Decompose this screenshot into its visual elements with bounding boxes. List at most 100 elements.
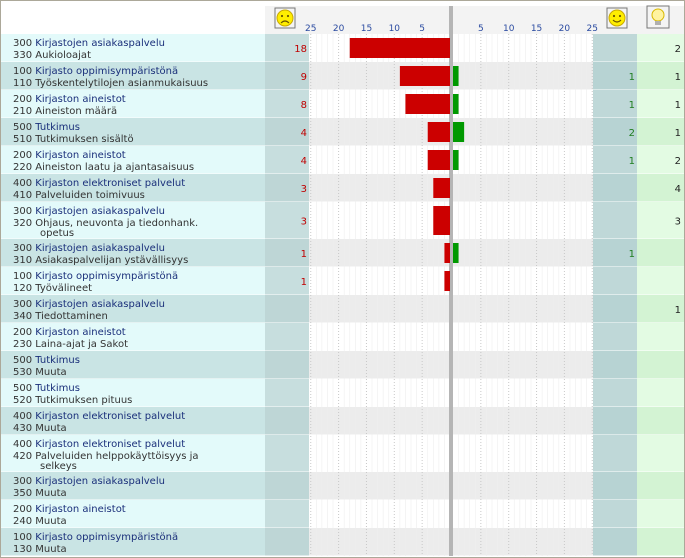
- category-name: Kirjasto oppimisympäristönä: [35, 532, 178, 543]
- category-label: 200 Kirjaston aineistot: [13, 504, 126, 515]
- neg-count-bg: [265, 295, 309, 323]
- category-code: 300: [13, 476, 35, 487]
- idea-count-bg: [637, 528, 684, 556]
- subcategory-label-cont: selkeys: [40, 461, 77, 472]
- subcategory-name: Tutkimuksen sisältö: [34, 134, 133, 145]
- pos-plot-bg: [453, 472, 593, 500]
- subcategory-label: 330 Aukioloajat: [13, 50, 91, 61]
- category-label: 200 Kirjaston aineistot: [13, 327, 126, 338]
- category-code: 200: [13, 504, 35, 515]
- pos-count-bg: [593, 435, 637, 472]
- negative-count: 4: [301, 156, 307, 167]
- subcategory-name: Aineiston määrä: [35, 106, 117, 117]
- negative-count: 3: [301, 217, 307, 228]
- category-label: 100 Kirjasto oppimisympäristönä: [13, 532, 178, 543]
- subcategory-name: Palveluiden toimivuus: [35, 190, 145, 201]
- neg-tick-label: 15: [361, 24, 372, 34]
- subcategory-code: 430: [13, 423, 35, 434]
- category-label: 400 Kirjaston elektroniset palvelut: [13, 411, 185, 422]
- subcategory-code: 210: [13, 106, 35, 117]
- category-code: 300: [13, 243, 35, 254]
- idea-count-bg: [637, 379, 684, 407]
- category-label: 300 Kirjastojen asiakaspalvelu: [13, 38, 165, 49]
- subcategory-label: 340 Tiedottaminen: [13, 311, 108, 322]
- idea-count: 1: [675, 128, 681, 139]
- pos-tick-label: 20: [559, 24, 571, 34]
- category-name: Kirjaston aineistot: [35, 150, 126, 161]
- neg-count-bg: [265, 351, 309, 379]
- neg-count-bg: [265, 379, 309, 407]
- category-name: Kirjasto oppimisympäristönä: [35, 66, 178, 77]
- neg-count-bg: [265, 528, 309, 556]
- pos-count-bg: [593, 407, 637, 435]
- category-label: 300 Kirjastojen asiakaspalvelu: [13, 206, 165, 217]
- subcategory-name: Aukioloajat: [35, 50, 91, 61]
- pos-count-bg: [593, 500, 637, 528]
- pos-plot-bg: [453, 34, 593, 62]
- category-label: 500 Tutkimus: [13, 355, 80, 366]
- idea-count-bg: [637, 323, 684, 351]
- pos-count-bg: [593, 34, 637, 62]
- pos-count-bg: [593, 472, 637, 500]
- subcategory-code: 510: [13, 134, 35, 145]
- pos-count-bg: [593, 323, 637, 351]
- category-name: Kirjaston elektroniset palvelut: [35, 439, 185, 450]
- pos-plot-bg: [453, 239, 593, 267]
- positive-bar: [453, 94, 459, 114]
- chart-panel: 25 20 15 10 5 5 10 15 20 25 300 Kirjastojen asiaka…: [0, 0, 685, 558]
- negative-count: 1: [301, 277, 307, 288]
- subcategory-code: 130: [13, 544, 35, 555]
- pos-plot-bg: [453, 202, 593, 239]
- category-code: 200: [13, 327, 35, 338]
- subcategory-code: 240: [13, 516, 35, 527]
- category-code: 100: [13, 271, 35, 282]
- idea-count-bg: [637, 472, 684, 500]
- category-label: 500 Tutkimus: [13, 122, 80, 133]
- subcategory-code: 320: [13, 218, 35, 229]
- subcategory-name: Muuta: [35, 367, 66, 378]
- pos-tick-label: 10: [503, 24, 515, 34]
- category-name: Kirjastojen asiakaspalvelu: [35, 299, 165, 310]
- neg-tick-label: 5: [419, 24, 425, 34]
- idea-count: 1: [675, 100, 681, 111]
- idea-count-bg: [637, 435, 684, 472]
- negative-bar: [433, 206, 450, 235]
- subcategory-label: 430 Muuta: [13, 423, 67, 434]
- category-name: Kirjastojen asiakaspalvelu: [35, 243, 165, 254]
- pos-plot-bg: [453, 146, 593, 174]
- pos-plot-bg: [453, 118, 593, 146]
- category-name: Kirjaston elektroniset palvelut: [35, 178, 185, 189]
- category-code: 200: [13, 150, 35, 161]
- subcategory-code: 530: [13, 367, 35, 378]
- negative-bar: [444, 271, 450, 291]
- category-name: Kirjaston aineistot: [35, 327, 126, 338]
- pos-count-bg: [593, 528, 637, 556]
- lightbulb-icon: [646, 5, 670, 29]
- subcategory-label: 110 Työskentelytilojen asianmukaisuus: [13, 78, 208, 89]
- negative-bar: [399, 66, 450, 86]
- neg-tick-label: 20: [333, 24, 345, 34]
- subcategory-label: 350 Muuta: [13, 488, 67, 499]
- idea-count: 3: [675, 217, 681, 228]
- neg-tick-label: 25: [305, 24, 316, 34]
- subcategory-label: 310 Asiakaspalvelijan ystävällisyys: [13, 255, 188, 266]
- subcategory-code: 220: [13, 162, 35, 173]
- category-code: 400: [13, 178, 35, 189]
- pos-plot-bg: [453, 351, 593, 379]
- negative-bar: [349, 38, 450, 58]
- pos-plot-bg: [453, 295, 593, 323]
- category-name: Kirjaston aineistot: [35, 94, 126, 105]
- positive-count: 1: [629, 249, 635, 260]
- neg-tick-label: 10: [389, 24, 401, 34]
- pos-count-bg: [593, 379, 637, 407]
- negative-bar: [433, 178, 450, 198]
- category-name: Kirjastojen asiakaspalvelu: [35, 38, 165, 49]
- subcategory-code: 520: [13, 395, 35, 406]
- category-name: Kirjasto oppimisympäristönä: [35, 271, 178, 282]
- category-name: Tutkimus: [34, 355, 80, 366]
- subcategory-label: 210 Aineiston määrä: [13, 106, 117, 117]
- category-code: 100: [13, 532, 35, 543]
- category-label: 100 Kirjasto oppimisympäristönä: [13, 66, 178, 77]
- positive-count: 1: [629, 72, 635, 83]
- category-name: Kirjastojen asiakaspalvelu: [35, 206, 165, 217]
